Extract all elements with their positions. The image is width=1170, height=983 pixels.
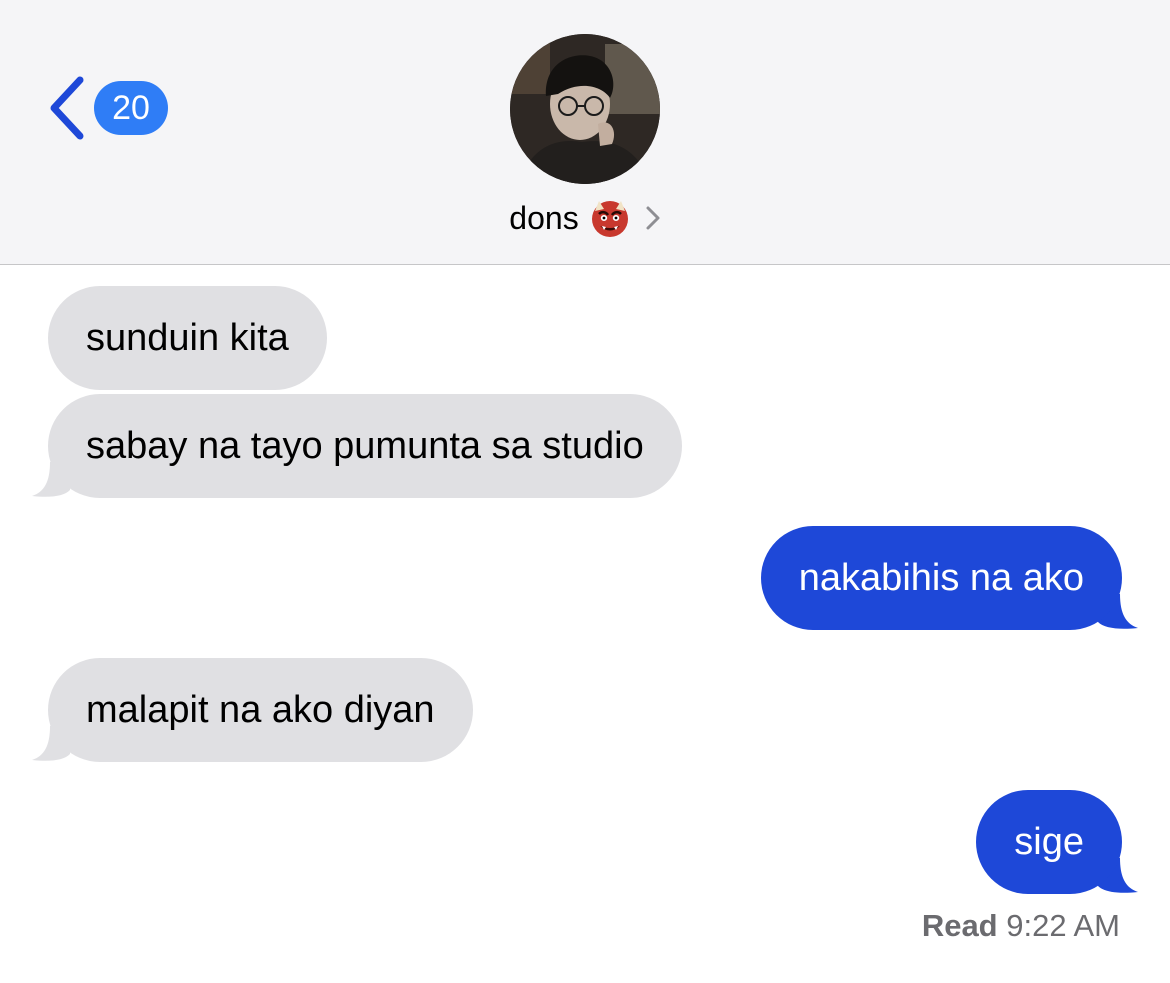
- chevron-right-icon: [646, 206, 660, 230]
- unread-count-badge: 20: [94, 81, 168, 135]
- red-ogre-emoji-icon: [591, 201, 628, 237]
- back-button[interactable]: 20: [44, 76, 168, 140]
- message-bubble-received[interactable]: sunduin kita: [48, 286, 327, 390]
- conversation-header: 20 dons: [0, 0, 1170, 265]
- message-bubble-sent[interactable]: sige: [976, 790, 1122, 894]
- chevron-left-icon: [50, 76, 84, 140]
- message-text: malapit na ako diyan: [86, 688, 435, 731]
- message-text: nakabihis na ako: [798, 556, 1084, 599]
- read-receipt: Read 9:22 AM: [922, 908, 1120, 944]
- message-text: sunduin kita: [86, 316, 289, 359]
- message-bubble-received[interactable]: sabay na tayo pumunta sa studio: [48, 394, 682, 498]
- contact-name: dons: [509, 199, 579, 236]
- read-status: Read: [921, 908, 998, 943]
- contact-info-button[interactable]: dons: [0, 196, 1170, 240]
- message-text: sige: [1014, 820, 1084, 863]
- message-bubble-sent[interactable]: nakabihis na ako: [760, 526, 1122, 630]
- contact-avatar[interactable]: [510, 34, 660, 184]
- read-time: 9:22 AM: [1006, 908, 1120, 943]
- message-text: sabay na tayo pumunta sa studio: [86, 424, 644, 467]
- message-bubble-received[interactable]: malapit na ako diyan: [48, 658, 473, 762]
